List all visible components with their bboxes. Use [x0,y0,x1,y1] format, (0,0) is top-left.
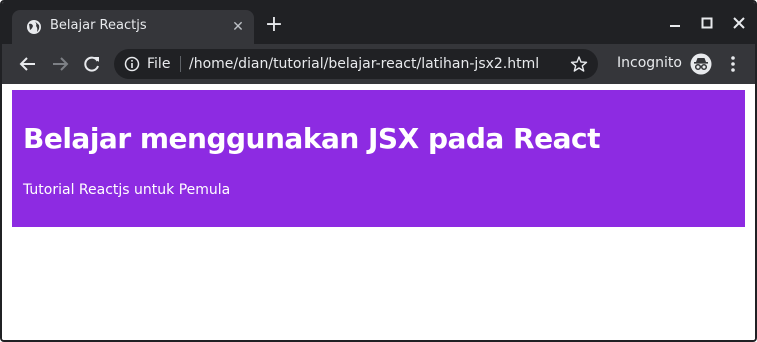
tab-strip: Belajar Reactjs ✕ + [2,2,755,44]
incognito-label[interactable]: Incognito [617,55,682,71]
new-tab-button[interactable]: + [264,14,284,36]
more-menu-icon[interactable] [726,54,740,74]
forward-arrow-icon[interactable] [50,54,70,74]
close-icon[interactable] [730,14,748,32]
globe-icon [26,19,42,35]
url-scheme: File [147,56,171,72]
url-text[interactable]: /home/dian/tutorial/belajar-react/latiha… [189,56,539,72]
tab-title: Belajar Reactjs [50,18,147,33]
minimize-icon[interactable] [666,14,684,32]
maximize-icon[interactable] [698,14,716,32]
hero-banner: Belajar menggunakan JSX pada React Tutor… [12,90,745,227]
page-heading: Belajar menggunakan JSX pada React [23,122,601,155]
back-arrow-icon[interactable] [18,54,38,74]
tab-close-icon[interactable]: ✕ [230,19,246,35]
info-icon[interactable] [124,56,140,72]
reload-icon[interactable] [82,54,102,74]
bookmark-star-icon[interactable] [570,55,588,73]
active-tab[interactable]: Belajar Reactjs ✕ [12,10,254,44]
address-bar[interactable]: File /home/dian/tutorial/belajar-react/l… [114,49,598,79]
page-viewport: Belajar menggunakan JSX pada React Tutor… [2,84,755,340]
incognito-icon[interactable] [690,53,712,75]
page-subtitle: Tutorial Reactjs untuk Pemula [23,182,231,198]
toolbar: File /home/dian/tutorial/belajar-react/l… [2,44,755,84]
browser-window: Belajar Reactjs ✕ + File /home/dian/tuto… [0,0,757,342]
address-divider [180,56,181,72]
